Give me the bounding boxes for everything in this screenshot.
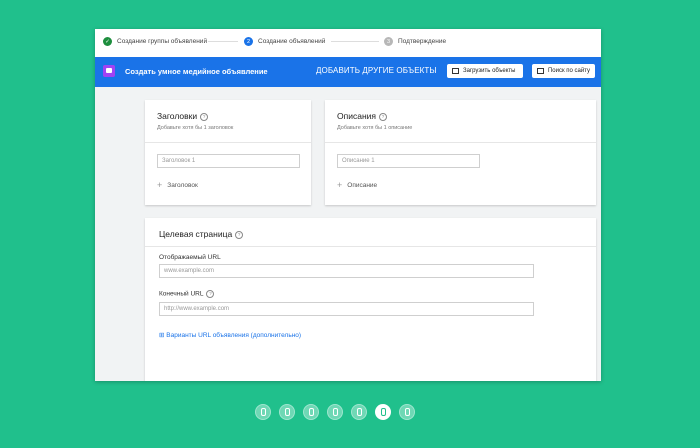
step-ads[interactable]: 2 Создание объявлений (244, 37, 325, 46)
landing-page-card: Целевая страница? Отображаемый URL www.e… (145, 218, 596, 381)
help-icon[interactable]: ? (235, 230, 244, 239)
descriptions-title: Описания? (337, 111, 387, 121)
help-icon[interactable]: ? (379, 112, 387, 121)
upload-assets-button[interactable]: Загрузить объекты (447, 64, 523, 78)
add-description-button[interactable]: + Описание (337, 180, 377, 190)
page-dot[interactable] (399, 404, 415, 420)
add-headline-label: Заголовок (167, 181, 198, 189)
app-window: ✓ Создание группы объявлений 2 Создание … (95, 29, 601, 381)
add-description-label: Описание (347, 181, 378, 189)
display-url-label: Отображаемый URL (159, 254, 221, 261)
plus-icon: + (157, 180, 163, 190)
upload-label: Загрузить объекты (463, 68, 516, 74)
plus-icon: + (337, 180, 343, 190)
ad-toolbar: Создать умное медийное объявление ДОБАВИ… (95, 57, 601, 87)
landing-title: Целевая страница? (159, 229, 244, 239)
descriptions-card: Описания? Добавьте хотя бы 1 описание Оп… (325, 100, 596, 205)
description-input[interactable]: Описание 1 (337, 154, 480, 168)
help-icon[interactable]: ? (206, 290, 215, 298)
step-ad-group[interactable]: ✓ Создание группы объявлений (103, 37, 207, 46)
help-icon[interactable]: ? (200, 112, 209, 121)
browser-icon (537, 68, 544, 74)
page-dot[interactable] (255, 404, 271, 420)
page-dot[interactable] (327, 404, 343, 420)
check-icon: ✓ (103, 37, 112, 46)
final-url-label: Конечный URL? (159, 290, 215, 298)
upload-icon (452, 68, 459, 74)
step-connector (208, 41, 238, 42)
add-headline-button[interactable]: + Заголовок (157, 180, 198, 190)
page-dot[interactable] (351, 404, 367, 420)
display-url-input[interactable]: www.example.com (159, 264, 534, 278)
divider (145, 246, 596, 247)
step-number-icon: 3 (384, 37, 393, 46)
page-dot-active[interactable] (375, 404, 391, 420)
step-label: Подтверждение (398, 38, 447, 45)
pagination (255, 404, 423, 420)
descriptions-hint: Добавьте хотя бы 1 описание (337, 125, 413, 131)
step-label: Создание группы объявлений (117, 38, 208, 45)
step-confirm[interactable]: 3 Подтверждение (384, 37, 446, 46)
headlines-card: Заголовки? Добавьте хотя бы 1 заголовок … (145, 100, 311, 205)
step-label: Создание объявлений (258, 38, 326, 45)
divider (145, 142, 311, 143)
headline-input[interactable]: Заголовок 1 (157, 154, 300, 168)
final-url-input[interactable]: http://www.example.com (159, 302, 534, 316)
toolbar-title: Создать умное медийное объявление (125, 67, 268, 76)
main-content: Заголовки? Добавьте хотя бы 1 заголовок … (95, 87, 601, 381)
headlines-hint: Добавьте хотя бы 1 заголовок (157, 125, 234, 131)
search-label: Поиск по сайту (547, 68, 590, 74)
smart-display-ad-icon (103, 65, 115, 77)
divider (325, 142, 596, 143)
site-search-button[interactable]: Поиск по сайту (532, 64, 595, 78)
stepper: ✓ Создание группы объявлений 2 Создание … (95, 29, 601, 57)
headlines-title: Заголовки? (157, 111, 209, 121)
step-connector (331, 41, 379, 42)
url-options-link[interactable]: ⊞ Варианты URL объявления (дополнительно… (159, 331, 301, 339)
add-assets-button[interactable]: ДОБАВИТЬ ДРУГИЕ ОБЪЕКТЫ (316, 66, 437, 75)
page-dot[interactable] (279, 404, 295, 420)
page-dot[interactable] (303, 404, 319, 420)
step-number-icon: 2 (244, 37, 253, 46)
